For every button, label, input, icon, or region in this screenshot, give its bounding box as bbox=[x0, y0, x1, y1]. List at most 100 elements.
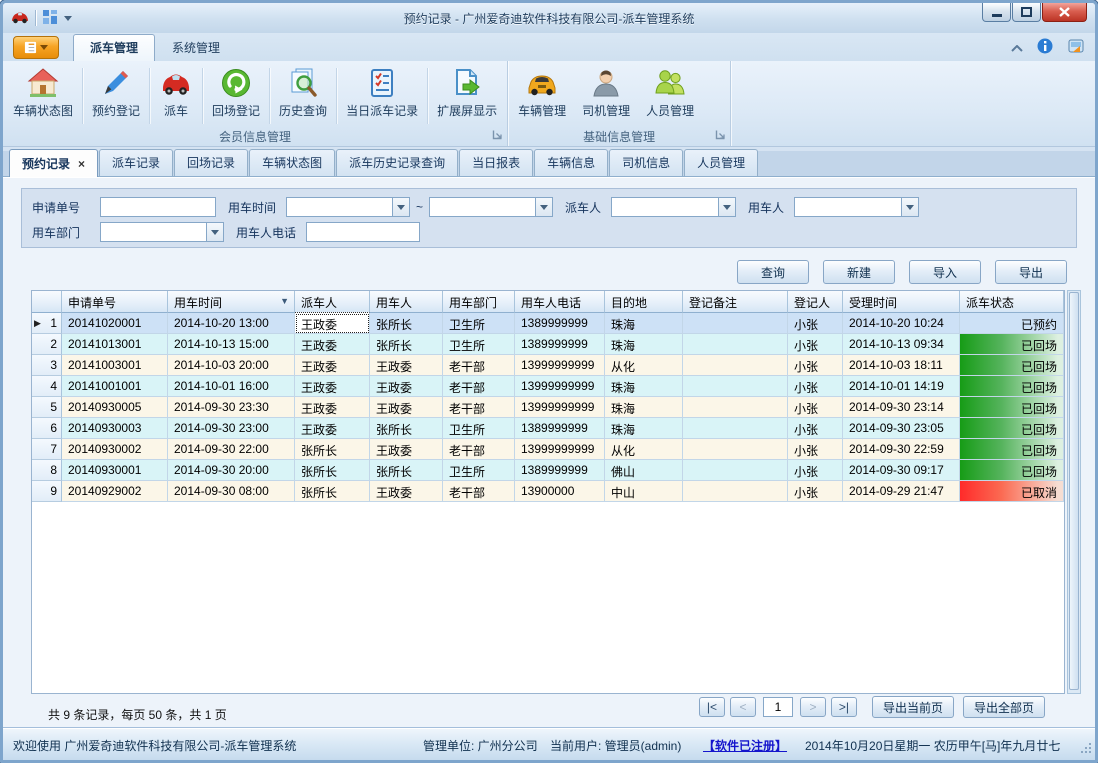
cell[interactable]: 20141003001 bbox=[62, 355, 168, 376]
cell[interactable]: 2014-10-13 09:34 bbox=[843, 334, 960, 355]
cell[interactable]: 老干部 bbox=[443, 355, 515, 376]
status-cell[interactable]: 已回场 bbox=[960, 355, 1064, 376]
close-tab-icon[interactable]: × bbox=[78, 157, 85, 171]
status-cell[interactable]: 已预约 bbox=[960, 313, 1064, 334]
ribbon-tab-dispatch[interactable]: 派车管理 bbox=[73, 34, 155, 61]
row-header[interactable]: 6 bbox=[32, 418, 62, 439]
cell[interactable]: 13900000 bbox=[515, 481, 605, 502]
resize-grip[interactable] bbox=[1080, 742, 1092, 757]
cell[interactable]: 2014-09-30 09:17 bbox=[843, 460, 960, 481]
table-row[interactable]: 7201409300022014-09-30 22:00张所长王政委老干部139… bbox=[32, 439, 1064, 460]
status-cell[interactable]: 已回场 bbox=[960, 334, 1064, 355]
cell[interactable] bbox=[683, 313, 788, 334]
column-header[interactable]: 用车人 bbox=[370, 291, 443, 313]
extend-screen-button[interactable]: 扩展屏显示 bbox=[429, 64, 505, 128]
cell[interactable] bbox=[683, 334, 788, 355]
cell[interactable]: 2014-10-01 16:00 bbox=[168, 376, 295, 397]
table-row[interactable]: 9201409290022014-09-30 08:00张所长王政委老干部139… bbox=[32, 481, 1064, 502]
import-button[interactable]: 导入 bbox=[909, 260, 981, 284]
help-icon[interactable] bbox=[1067, 38, 1085, 57]
cell[interactable] bbox=[683, 355, 788, 376]
row-header[interactable]: 7 bbox=[32, 439, 62, 460]
cell[interactable]: 小张 bbox=[788, 439, 843, 460]
cell[interactable]: 20141020001 bbox=[62, 313, 168, 334]
last-page-button[interactable]: >| bbox=[831, 697, 857, 717]
table-row[interactable]: ▶1201410200012014-10-20 13:00王政委张所长卫生所13… bbox=[32, 313, 1064, 334]
driver-manage-button[interactable]: 司机管理 bbox=[574, 64, 638, 128]
cell[interactable]: 王政委 bbox=[370, 481, 443, 502]
table-row[interactable]: 4201410010012014-10-01 16:00王政委王政委老干部139… bbox=[32, 376, 1064, 397]
cell[interactable]: 中山 bbox=[605, 481, 683, 502]
cell[interactable]: 20140930001 bbox=[62, 460, 168, 481]
collapse-ribbon-icon[interactable] bbox=[1011, 41, 1023, 55]
return-register-button[interactable]: 回场登记 bbox=[204, 64, 268, 128]
cell[interactable]: 珠海 bbox=[605, 334, 683, 355]
reservation-register-button[interactable]: 预约登记 bbox=[84, 64, 148, 128]
cell[interactable]: 20140930003 bbox=[62, 418, 168, 439]
cell[interactable]: 卫生所 bbox=[443, 418, 515, 439]
cell[interactable] bbox=[683, 376, 788, 397]
cell[interactable]: 2014-10-20 13:00 bbox=[168, 313, 295, 334]
ribbon-tab-system[interactable]: 系统管理 bbox=[155, 34, 237, 61]
cell[interactable]: 2014-09-30 23:05 bbox=[843, 418, 960, 439]
tab-vehicle-status-chart[interactable]: 车辆状态图 bbox=[249, 149, 335, 176]
cell[interactable]: 王政委 bbox=[370, 355, 443, 376]
cell[interactable]: 1389999999 bbox=[515, 334, 605, 355]
table-row[interactable]: 5201409300052014-09-30 23:30王政委王政委老干部139… bbox=[32, 397, 1064, 418]
cell[interactable]: 2014-09-30 22:00 bbox=[168, 439, 295, 460]
row-header[interactable]: ▶1 bbox=[32, 313, 62, 334]
cell[interactable]: 小张 bbox=[788, 355, 843, 376]
daily-dispatch-records-button[interactable]: 当日派车记录 bbox=[338, 64, 426, 128]
dispatch-button[interactable]: 派车 bbox=[151, 64, 201, 128]
column-header[interactable]: 受理时间 bbox=[843, 291, 960, 313]
column-header[interactable]: 目的地 bbox=[605, 291, 683, 313]
application-menu-button[interactable] bbox=[13, 36, 59, 59]
export-button[interactable]: 导出 bbox=[995, 260, 1067, 284]
cell[interactable]: 1389999999 bbox=[515, 418, 605, 439]
user-phone-input[interactable] bbox=[306, 222, 420, 242]
cell[interactable] bbox=[683, 397, 788, 418]
status-cell[interactable]: 已回场 bbox=[960, 439, 1064, 460]
tab-daily-report[interactable]: 当日报表 bbox=[459, 149, 533, 176]
cell[interactable]: 卫生所 bbox=[443, 334, 515, 355]
registered-link[interactable]: 【软件已注册】 bbox=[703, 737, 787, 754]
first-page-button[interactable]: |< bbox=[699, 697, 725, 717]
status-cell[interactable]: 已回场 bbox=[960, 460, 1064, 481]
table-row[interactable]: 2201410130012014-10-13 15:00王政委张所长卫生所138… bbox=[32, 334, 1064, 355]
page-number-input[interactable] bbox=[763, 697, 793, 717]
history-query-button[interactable]: 历史查询 bbox=[271, 64, 335, 128]
table-row[interactable]: 6201409300032014-09-30 23:00王政委张所长卫生所138… bbox=[32, 418, 1064, 439]
minimize-button[interactable] bbox=[982, 3, 1011, 22]
cell[interactable]: 小张 bbox=[788, 313, 843, 334]
tab-personnel-manage[interactable]: 人员管理 bbox=[684, 149, 758, 176]
dispatcher-combo[interactable] bbox=[611, 197, 736, 217]
table-row[interactable]: 8201409300012014-09-30 20:00张所长张所长卫生所138… bbox=[32, 460, 1064, 481]
cell[interactable]: 2014-10-13 15:00 bbox=[168, 334, 295, 355]
cell[interactable]: 张所长 bbox=[370, 313, 443, 334]
export-all-pages-button[interactable]: 导出全部页 bbox=[963, 696, 1045, 718]
cell[interactable]: 13999999999 bbox=[515, 355, 605, 376]
cell[interactable]: 20140930005 bbox=[62, 397, 168, 418]
column-header[interactable]: 用车部门 bbox=[443, 291, 515, 313]
cell[interactable]: 2014-09-30 20:00 bbox=[168, 460, 295, 481]
cell[interactable]: 小张 bbox=[788, 460, 843, 481]
cell[interactable]: 王政委 bbox=[370, 439, 443, 460]
cell[interactable]: 2014-09-30 08:00 bbox=[168, 481, 295, 502]
row-header[interactable]: 3 bbox=[32, 355, 62, 376]
vertical-scrollbar[interactable] bbox=[1067, 290, 1081, 694]
cell[interactable]: 小张 bbox=[788, 418, 843, 439]
cell[interactable]: 王政委 bbox=[295, 376, 370, 397]
column-header[interactable]: 用车时间▼ bbox=[168, 291, 295, 313]
chevron-down-icon[interactable] bbox=[901, 198, 918, 216]
cell[interactable]: 2014-09-30 23:30 bbox=[168, 397, 295, 418]
cell[interactable]: 卫生所 bbox=[443, 460, 515, 481]
cell[interactable] bbox=[683, 481, 788, 502]
cell[interactable]: 张所长 bbox=[295, 481, 370, 502]
quick-access-layout-icon[interactable] bbox=[42, 9, 58, 28]
chevron-down-icon[interactable] bbox=[718, 198, 735, 216]
cell[interactable]: 王政委 bbox=[295, 334, 370, 355]
cell[interactable]: 王政委 bbox=[295, 418, 370, 439]
column-header[interactable]: 登记人 bbox=[788, 291, 843, 313]
column-filter-icon[interactable]: ▼ bbox=[280, 296, 289, 306]
personnel-manage-button[interactable]: 人员管理 bbox=[638, 64, 702, 128]
